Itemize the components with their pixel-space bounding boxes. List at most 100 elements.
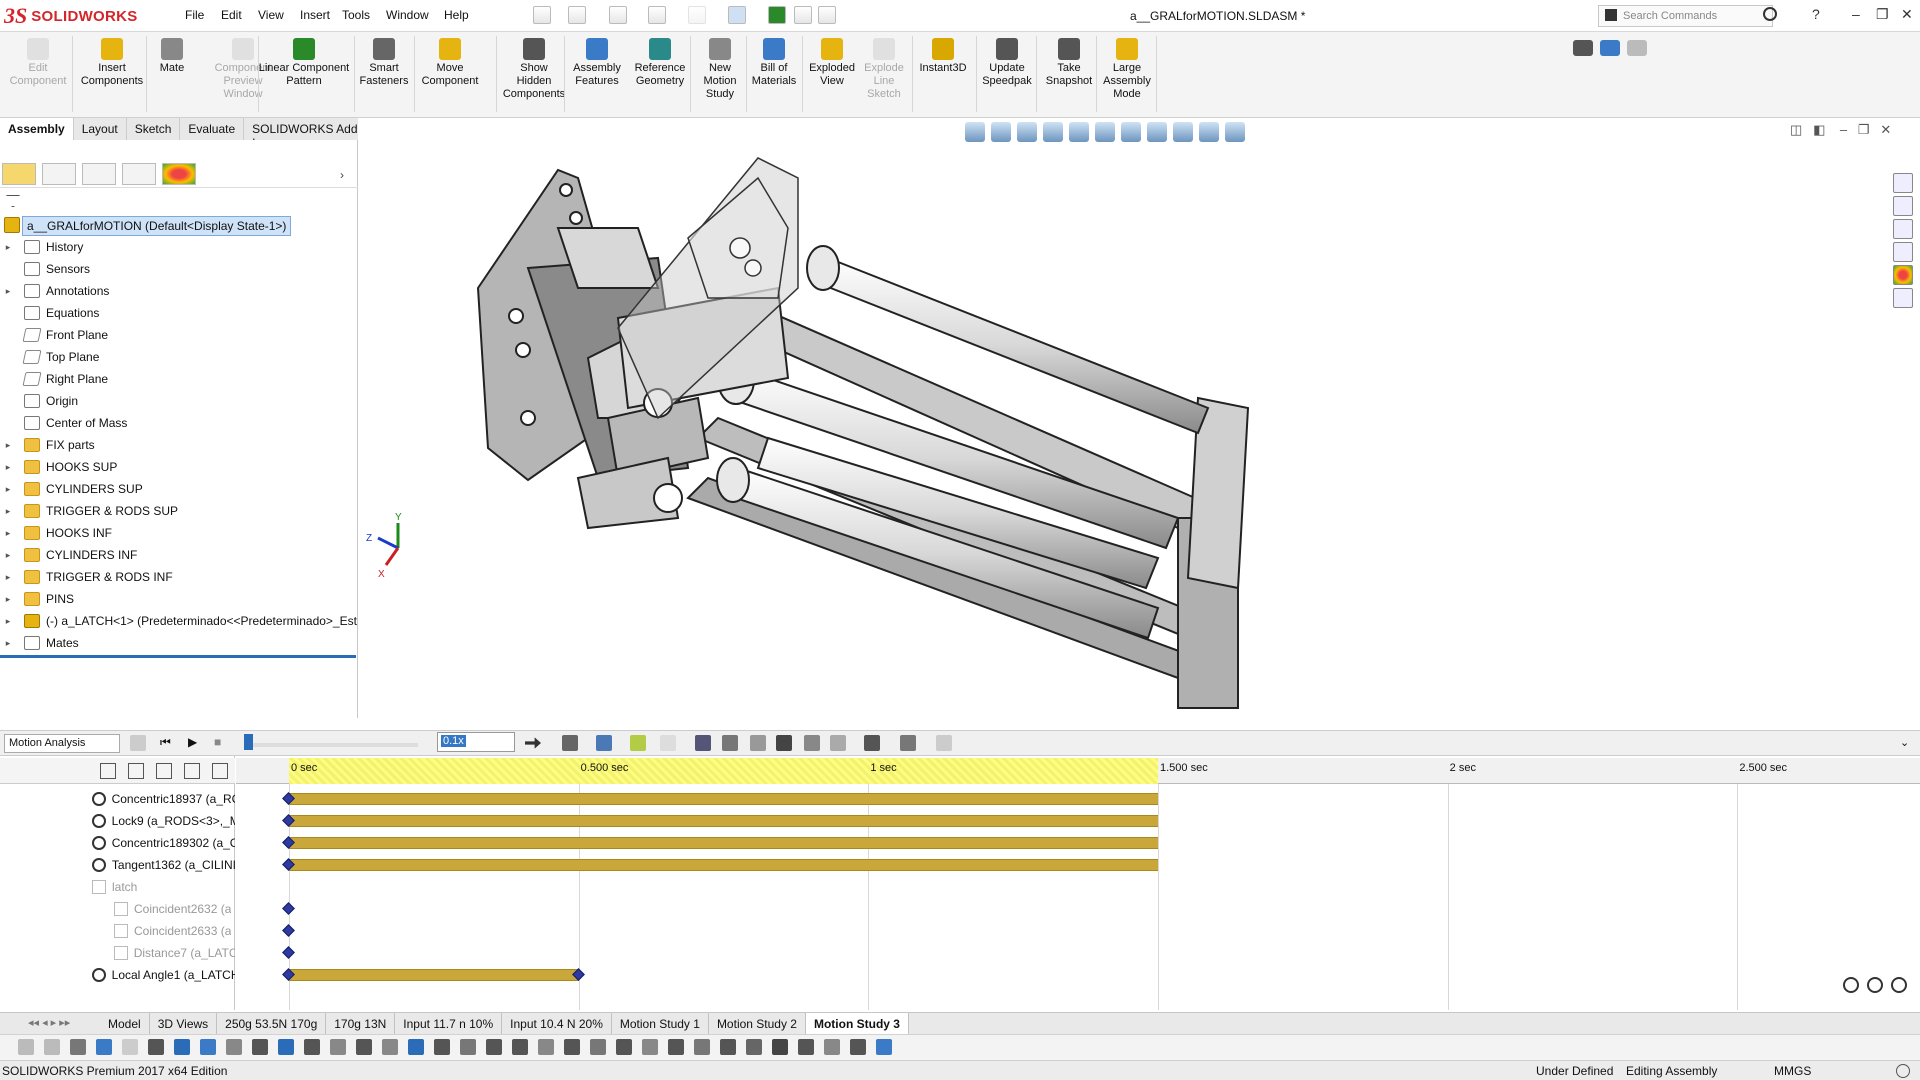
tree-item[interactable]: Top Plane (0, 346, 358, 368)
tree-item[interactable]: ▸ Annotations (0, 280, 358, 302)
zoom-out-timeline-icon[interactable] (1891, 977, 1907, 993)
display-style-icon[interactable] (1121, 122, 1141, 142)
command-large-assembly-mode[interactable]: Large Assembly Mode (1098, 38, 1156, 101)
view-orientation-icon[interactable] (1095, 122, 1115, 142)
selection-filter-32-icon[interactable] (850, 1039, 866, 1055)
motion-row[interactable]: Lock9 (a_RODS<3>,_M (0, 810, 235, 832)
save-icon[interactable] (609, 6, 627, 24)
camera-icon[interactable] (1573, 40, 1593, 56)
custom-properties-icon[interactable] (1893, 288, 1913, 308)
menu-help[interactable]: Help (442, 8, 471, 22)
animation-wizard-icon[interactable] (596, 735, 612, 751)
graphics-area[interactable]: Y Z X (358, 118, 1920, 718)
command-reference-geometry[interactable]: Reference Geometry (628, 38, 692, 88)
expand-arrow-icon[interactable]: ▸ (0, 594, 16, 605)
expand-arrow-icon[interactable]: ▸ (0, 440, 16, 451)
dynamic-annotation-icon[interactable] (1069, 122, 1089, 142)
expand-arrow-icon[interactable]: ▸ (0, 528, 16, 539)
filter-results-icon[interactable] (184, 763, 200, 779)
expand-arrow-icon[interactable]: ▸ (0, 286, 16, 297)
command-move-component[interactable]: Move Component (418, 38, 482, 88)
selection-filter-28-icon[interactable] (746, 1039, 762, 1055)
configuration-manager-tab-icon[interactable] (82, 163, 116, 185)
bottom-tab-input-10-4-n-20-[interactable]: Input 10.4 N 20% (502, 1013, 612, 1035)
selection-filter-30-icon[interactable] (798, 1039, 814, 1055)
view-settings-icon[interactable] (1225, 122, 1245, 142)
rebuild-icon[interactable] (768, 6, 786, 24)
expand-arrow-icon[interactable]: ▸ (0, 572, 16, 583)
tab-sketch[interactable]: Sketch (127, 118, 181, 140)
filter-selected-icon[interactable] (156, 763, 172, 779)
filter-driving-icon[interactable] (128, 763, 144, 779)
command-new-motion-study[interactable]: New Motion Study (694, 38, 746, 101)
solidworks-resources-icon[interactable] (1893, 173, 1913, 193)
tree-item[interactable]: ▸ TRIGGER & RODS INF (0, 566, 358, 588)
command-bill-of-materials[interactable]: Bill of Materials (748, 38, 800, 88)
feature-manager-tab-icon[interactable] (2, 163, 36, 185)
search-commands-input[interactable]: Search Commands (1598, 5, 1773, 27)
file-explorer-icon[interactable] (1893, 219, 1913, 239)
menu-insert[interactable]: Insert (298, 8, 332, 22)
selection-filter-16-icon[interactable] (434, 1039, 450, 1055)
open-icon[interactable] (568, 6, 586, 24)
keyframe-start[interactable] (282, 946, 295, 959)
property-manager-tab-icon[interactable] (42, 163, 76, 185)
timeline-bar[interactable] (289, 859, 1158, 871)
selection-filter-3-icon[interactable] (96, 1039, 112, 1055)
render-icon[interactable] (1600, 40, 1620, 56)
viewport-window-controls[interactable]: ◫ ◧ – ❐ ✕ (1790, 122, 1891, 138)
tree-item[interactable]: Origin (0, 390, 358, 412)
tab-assembly[interactable]: Assembly (0, 118, 74, 140)
command-insert-components[interactable]: Insert Components (76, 38, 148, 88)
selection-filter-29-icon[interactable] (772, 1039, 788, 1055)
selection-filter-15-icon[interactable] (408, 1039, 424, 1055)
collapse-motion-manager-icon[interactable] (936, 735, 952, 751)
design-library-icon[interactable] (1893, 196, 1913, 216)
motion-row[interactable]: Concentric189302 (a_C (0, 832, 235, 854)
menu-file[interactable]: File (183, 8, 206, 22)
zoom-in-timeline-icon[interactable] (1867, 977, 1883, 993)
timeline-bar[interactable] (289, 969, 579, 981)
motion-row[interactable]: Local Angle1 (a_LATCH (0, 964, 235, 986)
motion-manager-expand-icon[interactable]: ⌄ (1900, 736, 1909, 749)
selection-filter-12-icon[interactable] (330, 1039, 346, 1055)
selection-filter-27-icon[interactable] (720, 1039, 736, 1055)
expand-arrow-icon[interactable]: ▸ (0, 462, 16, 473)
motor-icon[interactable] (695, 735, 711, 751)
filter-animated-icon[interactable] (100, 763, 116, 779)
motion-row[interactable]: Tangent1362 (a_CILINI (0, 854, 235, 876)
calculate-icon[interactable] (130, 735, 146, 751)
contact-icon[interactable] (804, 735, 820, 751)
force-icon[interactable] (776, 735, 792, 751)
selection-filter-0-icon[interactable] (18, 1039, 34, 1055)
display-manager-tab-icon[interactable] (162, 163, 196, 185)
restore-button[interactable]: ❐ (1876, 6, 1889, 23)
command-smart-fasteners[interactable]: Smart Fasteners (358, 38, 410, 88)
selection-filter-22-icon[interactable] (590, 1039, 606, 1055)
tree-item[interactable]: Front Plane (0, 324, 358, 346)
motion-row[interactable]: Distance7 (a_LATC (0, 942, 235, 964)
expand-arrow-icon[interactable]: ▸ (0, 616, 16, 627)
apply-scene-icon[interactable] (1199, 122, 1219, 142)
motion-study-properties-icon[interactable] (900, 735, 916, 751)
bottom-tab-250g-53-5n-170g[interactable]: 250g 53.5N 170g (217, 1013, 327, 1035)
auto-fit-icon[interactable] (212, 763, 228, 779)
damper-icon[interactable] (750, 735, 766, 751)
render-settings-icon[interactable] (1627, 40, 1647, 56)
bottom-tab-motion-study-3[interactable]: Motion Study 3 (805, 1013, 909, 1035)
selection-filter-17-icon[interactable] (460, 1039, 476, 1055)
view-palette-icon[interactable] (1893, 242, 1913, 262)
selection-filter-20-icon[interactable] (538, 1039, 554, 1055)
motion-row[interactable]: Coincident2632 (a (0, 898, 235, 920)
tree-item[interactable]: Center of Mass (0, 412, 358, 434)
menu-tools[interactable]: Tools (340, 8, 372, 22)
tab-scroll-arrows[interactable]: ◂◂ ◂ ▸ ▸▸ (28, 1016, 70, 1029)
selection-filter-31-icon[interactable] (824, 1039, 840, 1055)
command-exploded-view[interactable]: Exploded View (804, 38, 860, 88)
selection-filter-19-icon[interactable] (512, 1039, 528, 1055)
stop-icon[interactable]: ■ (214, 735, 221, 749)
selection-filter-14-icon[interactable] (382, 1039, 398, 1055)
selection-filter-4-icon[interactable] (122, 1039, 138, 1055)
tree-item[interactable]: Right Plane (0, 368, 358, 390)
file-properties-icon[interactable] (794, 6, 812, 24)
